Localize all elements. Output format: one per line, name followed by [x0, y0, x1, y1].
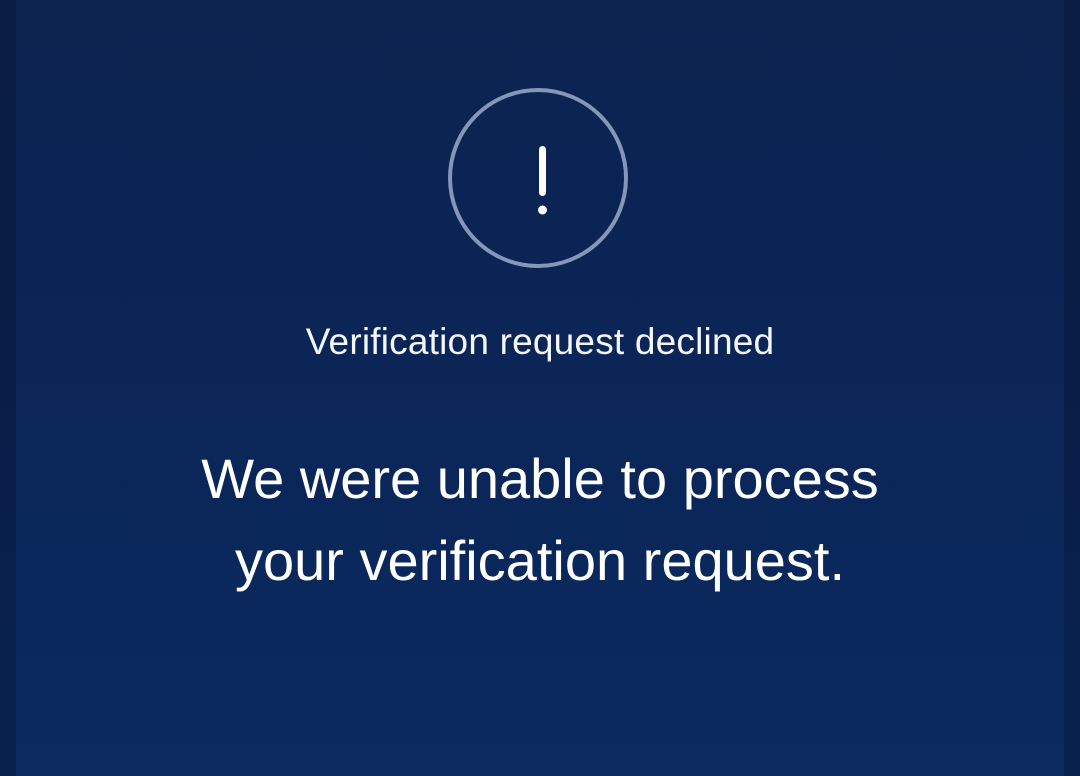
- status-title: Verification request declined: [305, 321, 775, 362]
- error-message-line-2: your verification request.: [234, 529, 846, 592]
- left-edge-shade: [0, 0, 16, 776]
- error-message: We were unable to process your verificat…: [120, 438, 960, 602]
- exclamation-circle-icon: [448, 88, 628, 268]
- verification-declined-screen: Verification request declined We were un…: [0, 0, 1080, 776]
- exclamation-mark-icon: [538, 146, 547, 215]
- error-message-line-1: We were unable to process: [201, 447, 879, 510]
- right-edge-shade: [1064, 0, 1080, 776]
